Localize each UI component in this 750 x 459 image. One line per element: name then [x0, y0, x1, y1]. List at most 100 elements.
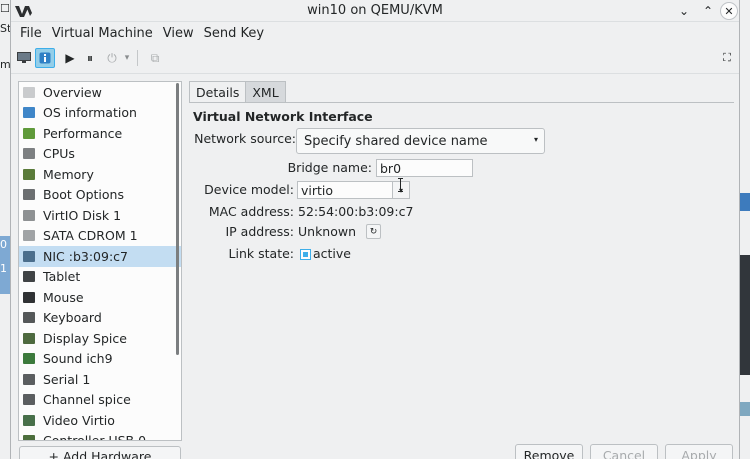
- hardware-item[interactable]: Memory: [19, 164, 181, 185]
- link-state-checkbox[interactable]: [300, 249, 311, 260]
- bridge-name-input[interactable]: [376, 159, 473, 177]
- toolbar: ▶ ⏸ ⏻ ▾ ⧉ ⛶: [11, 44, 739, 74]
- sound-icon: [23, 353, 35, 365]
- tab-details[interactable]: Details: [189, 81, 247, 103]
- nic-details-pane: Virtual Network Interface Network source…: [189, 102, 734, 459]
- hardware-item[interactable]: Serial 1: [19, 369, 181, 390]
- remove-button[interactable]: Remove: [515, 444, 583, 459]
- menu-bar: File Virtual Machine View Send Key: [11, 22, 739, 44]
- hardware-item[interactable]: OS information: [19, 103, 181, 124]
- chevron-down-icon: ▾: [533, 135, 538, 144]
- apply-button[interactable]: Apply: [665, 444, 733, 459]
- hardware-item-label: Memory: [43, 166, 94, 182]
- tab-xml[interactable]: XML: [246, 81, 286, 103]
- section-title: Virtual Network Interface: [193, 109, 373, 124]
- boot-options-icon: [23, 189, 35, 201]
- display-icon: [23, 332, 35, 344]
- pause-button[interactable]: ⏸: [80, 48, 100, 68]
- cpu-icon: [23, 148, 35, 160]
- hardware-item-label: VirtIO Disk 1: [43, 207, 122, 223]
- ip-address-label: IP address:: [225, 224, 294, 239]
- text-cursor-icon: [398, 178, 403, 192]
- device-model-combo[interactable]: ▾: [297, 181, 411, 199]
- toolbar-separator: [137, 50, 138, 66]
- performance-icon: [23, 127, 35, 139]
- title-bar[interactable]: win10 on QEMU/KVM ⌄ ⌃ ✕: [11, 0, 739, 22]
- hardware-item[interactable]: CPUs: [19, 144, 181, 165]
- hardware-item[interactable]: Keyboard: [19, 308, 181, 329]
- console-button[interactable]: [14, 48, 34, 68]
- mac-address-value: 52:54:00:b3:09:c7: [298, 204, 414, 219]
- hardware-item-label: Tablet: [43, 269, 81, 285]
- disk-icon: [23, 209, 35, 221]
- device-model-input[interactable]: [297, 181, 393, 199]
- hardware-item-label: OS information: [43, 105, 137, 121]
- network-source-label: Network source:: [194, 131, 296, 146]
- refresh-ip-button[interactable]: ↻: [366, 224, 381, 239]
- details-button[interactable]: [35, 48, 55, 68]
- os-info-icon: [23, 107, 35, 119]
- detail-tabs: Details XML: [189, 81, 286, 103]
- add-hardware-button[interactable]: + Add Hardware: [19, 446, 181, 459]
- hardware-item[interactable]: SATA CDROM 1: [19, 226, 181, 247]
- menu-file[interactable]: File: [15, 26, 47, 41]
- hardware-item[interactable]: Overview: [19, 82, 181, 103]
- menu-send-key[interactable]: Send Key: [199, 26, 269, 41]
- hardware-item-label: Boot Options: [43, 187, 124, 203]
- close-button[interactable]: ✕: [720, 2, 738, 20]
- hardware-list[interactable]: Overview OS information Performance CPUs Mem…: [18, 81, 182, 441]
- link-state-label: Link state:: [228, 246, 294, 261]
- hardware-item-label: Performance: [43, 125, 123, 141]
- hardware-item[interactable]: Tablet: [19, 267, 181, 288]
- menu-virtual-machine[interactable]: Virtual Machine: [47, 26, 158, 41]
- nic-icon: [23, 250, 35, 262]
- snapshot-button[interactable]: ⧉: [145, 48, 165, 68]
- hardware-item-label: NIC :b3:09:c7: [43, 248, 128, 264]
- hardware-item[interactable]: Channel spice: [19, 390, 181, 411]
- shutdown-button[interactable]: ⏻: [102, 48, 122, 68]
- info-icon: [39, 52, 51, 64]
- hardware-item-label: Display Spice: [43, 330, 127, 346]
- maximize-button[interactable]: ⌃: [699, 2, 717, 20]
- hardware-item[interactable]: Controller USB 0: [19, 431, 181, 441]
- controller-icon: [23, 435, 35, 440]
- hardware-item[interactable]: NIC :b3:09:c7: [19, 246, 181, 267]
- monitor-icon: [17, 52, 31, 63]
- vm-details-window: win10 on QEMU/KVM ⌄ ⌃ ✕ File Virtual Mac…: [10, 0, 740, 459]
- tablet-icon: [23, 271, 35, 283]
- hardware-item[interactable]: Sound ich9: [19, 349, 181, 370]
- hardware-item-label: Overview: [43, 84, 102, 100]
- network-source-value: Specify shared device name: [304, 133, 488, 149]
- hardware-item-label: Channel spice: [43, 392, 131, 408]
- mouse-icon: [23, 291, 35, 303]
- hardware-item-label: Serial 1: [43, 371, 91, 387]
- minimize-button[interactable]: ⌄: [675, 2, 693, 20]
- ip-address-value: Unknown: [298, 224, 357, 239]
- hardware-item[interactable]: VirtIO Disk 1: [19, 205, 181, 226]
- hardware-item[interactable]: Display Spice: [19, 328, 181, 349]
- window-title: win10 on QEMU/KVM: [307, 3, 443, 18]
- network-source-select[interactable]: Specify shared device name ▾: [296, 128, 545, 154]
- mac-address-label: MAC address:: [208, 204, 294, 219]
- run-button[interactable]: ▶: [60, 48, 80, 68]
- hardware-item-label: Controller USB 0: [43, 433, 147, 441]
- shutdown-dropdown-button[interactable]: ▾: [122, 48, 132, 68]
- hardware-item[interactable]: Performance: [19, 123, 181, 144]
- menu-view[interactable]: View: [158, 26, 199, 41]
- hardware-item-label: Video Virtio: [43, 412, 115, 428]
- fullscreen-button[interactable]: ⛶: [717, 48, 737, 68]
- device-model-label: Device model:: [204, 182, 294, 197]
- hardware-item[interactable]: Boot Options: [19, 185, 181, 206]
- hardware-item[interactable]: Video Virtio: [19, 410, 181, 431]
- cancel-button[interactable]: Cancel: [590, 444, 658, 459]
- hardware-list-scrollbar[interactable]: [174, 83, 181, 443]
- overview-icon: [23, 86, 35, 98]
- cdrom-icon: [23, 230, 35, 242]
- hardware-item-label: CPUs: [43, 146, 75, 162]
- background-text: 0: [0, 238, 7, 251]
- link-state-value[interactable]: active: [313, 246, 351, 261]
- serial-icon: [23, 373, 35, 385]
- scrollbar-thumb[interactable]: [176, 83, 179, 355]
- memory-icon: [23, 168, 35, 180]
- hardware-item[interactable]: Mouse: [19, 287, 181, 308]
